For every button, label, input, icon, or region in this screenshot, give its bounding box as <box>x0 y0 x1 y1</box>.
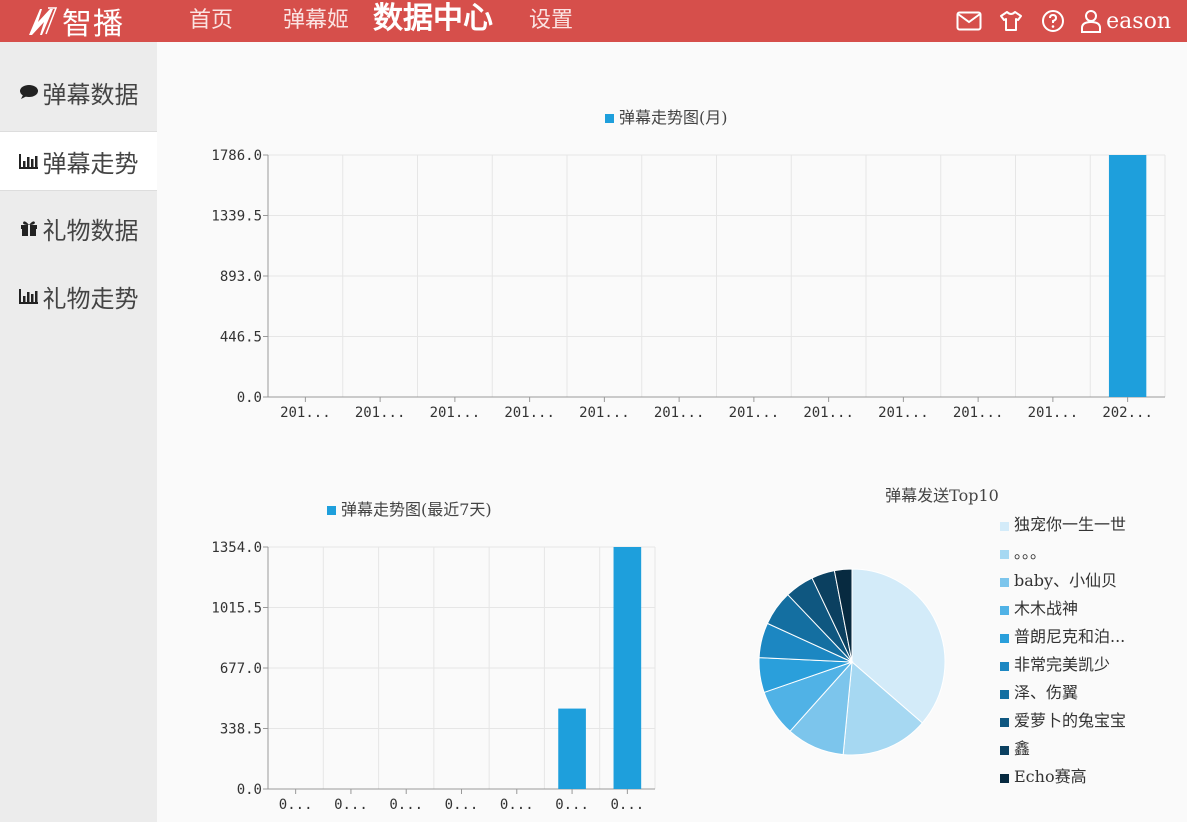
x-tick-label: 0... <box>445 797 479 813</box>
pie-legend-label: 普朗尼克和泊... <box>1014 627 1125 646</box>
bar <box>558 708 586 789</box>
pie-legend-label: 独宠你一生一世 <box>1014 515 1126 534</box>
y-tick-label: 1015.5 <box>211 601 262 617</box>
legend-swatch <box>1000 634 1009 643</box>
legend-swatch <box>1000 746 1009 755</box>
y-tick-label: 446.5 <box>220 330 262 346</box>
pie-legend-label: 泽、伤翼 <box>1014 683 1078 702</box>
x-tick-label: 201... <box>280 405 331 421</box>
charts-canvas: 弹幕走势图(月) 0.0 446.5 893.0 1339.5 1786.0 201... 2… <box>211 108 1166 813</box>
y-tick-label: 677.0 <box>220 661 262 677</box>
x-tick-label: 201... <box>355 405 406 421</box>
x-tick-label: 201... <box>430 405 481 421</box>
legend-swatch <box>1000 606 1009 615</box>
legend-swatch <box>1000 662 1009 671</box>
pie-legend-label: baby、小仙贝 <box>1014 571 1117 590</box>
x-tick-label: 201... <box>654 405 705 421</box>
chart-legend: 弹幕走势图(月) <box>619 108 728 127</box>
legend-swatch <box>605 114 614 123</box>
x-tick-label: 201... <box>504 405 555 421</box>
pie-legend-label: 爱萝卜的兔宝宝 <box>1014 711 1126 730</box>
pie-title: 弹幕发送Top10 <box>885 486 999 505</box>
x-tick-label: 0... <box>334 797 368 813</box>
chart-legend: 弹幕走势图(最近7天) <box>341 500 492 519</box>
bar <box>613 547 642 789</box>
pie-legend-label: Echo赛高 <box>1014 767 1087 786</box>
y-tick-label: 0.0 <box>237 390 262 406</box>
x-tick-label: 201... <box>729 405 780 421</box>
bar <box>1108 155 1147 397</box>
x-tick-label: 201... <box>1028 405 1079 421</box>
pie-legend-label: 鑫 <box>1014 739 1030 758</box>
x-tick-label: 202... <box>1102 405 1153 421</box>
y-tick-label: 893.0 <box>220 269 262 285</box>
y-tick-label: 1339.5 <box>211 209 262 225</box>
x-tick-label: 0... <box>279 797 313 813</box>
legend-swatch <box>1000 690 1009 699</box>
y-tick-label: 0.0 <box>237 782 262 798</box>
legend-swatch <box>1000 718 1009 727</box>
x-tick-label: 0... <box>500 797 534 813</box>
x-tick-label: 201... <box>579 405 630 421</box>
legend-swatch <box>1000 578 1009 587</box>
legend-swatch <box>327 506 336 515</box>
pie-legend-label: 非常完美凯少 <box>1014 655 1110 674</box>
legend-swatch <box>1000 522 1009 531</box>
pie-legend-label: 木木战神 <box>1014 599 1078 618</box>
legend-swatch <box>1000 550 1009 559</box>
pie-legend-label: 。。。 <box>1014 543 1046 562</box>
y-tick-label: 1354.0 <box>211 540 262 556</box>
legend-swatch <box>1000 774 1009 783</box>
x-tick-label: 0... <box>555 797 589 813</box>
y-tick-label: 1786.0 <box>211 148 262 164</box>
x-tick-label: 0... <box>389 797 423 813</box>
y-tick-label: 338.5 <box>220 722 262 738</box>
x-tick-label: 201... <box>953 405 1004 421</box>
x-tick-label: 201... <box>803 405 854 421</box>
x-tick-label: 201... <box>878 405 929 421</box>
x-tick-label: 0... <box>610 797 644 813</box>
